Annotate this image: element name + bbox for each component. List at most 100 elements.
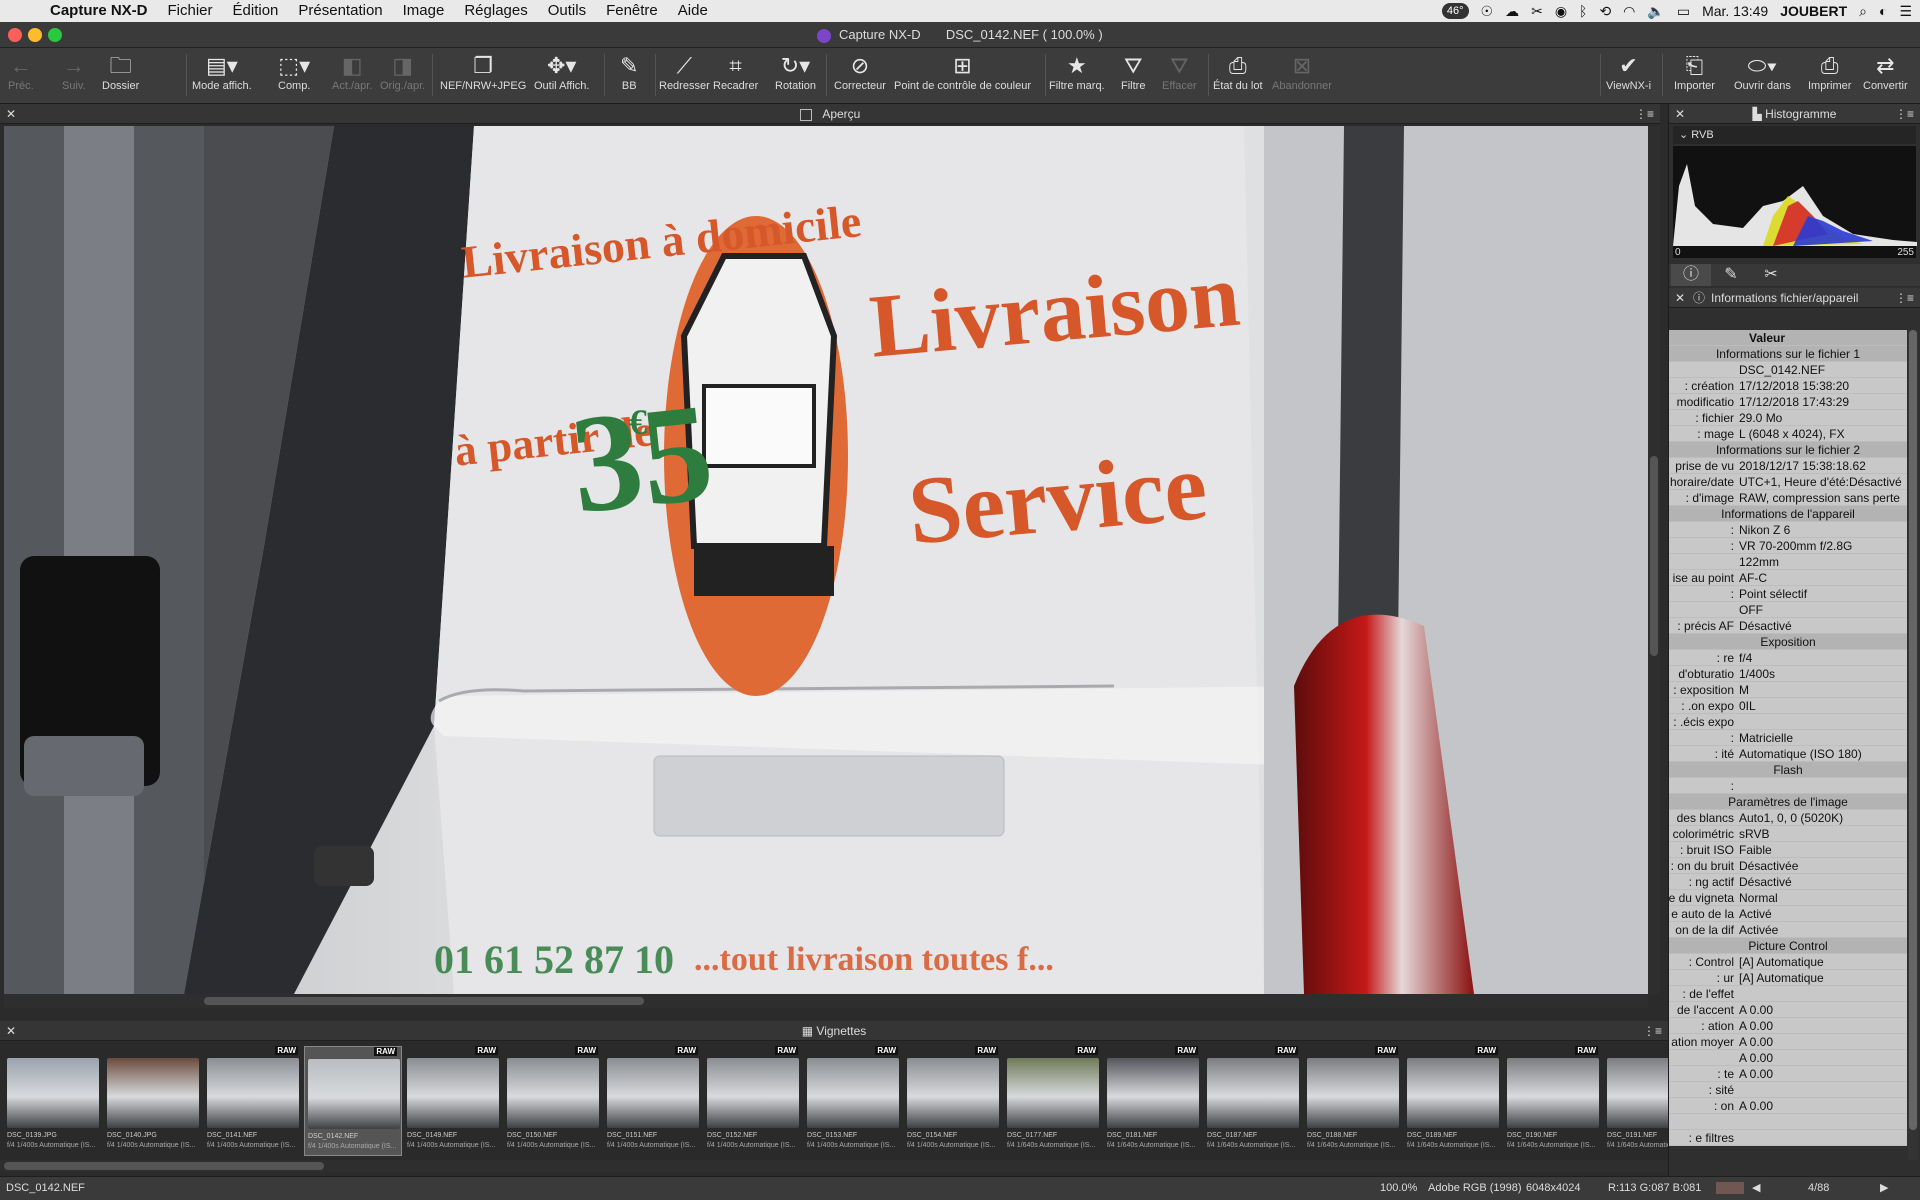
preview-checkbox[interactable] <box>799 108 812 121</box>
tools-tab-icon[interactable]: ✂ <box>1751 264 1791 286</box>
close-panel-icon[interactable]: ✕ <box>6 104 16 124</box>
channel-select[interactable]: ⌄ RVB <box>1673 126 1916 144</box>
thumbnail[interactable]: RAW DSC_0141.NEF f/4 1/400s Automatique (I… <box>204 1046 302 1156</box>
siri-icon[interactable]: ◐ <box>1879 3 1887 19</box>
control-point-icon: ⊞ <box>953 53 972 78</box>
record-icon[interactable]: ◉ <box>1555 3 1567 20</box>
battery-icon[interactable]: ▭ <box>1677 3 1690 20</box>
zoom-window-icon[interactable] <box>48 28 62 42</box>
scroll-thumb[interactable] <box>1909 330 1917 1130</box>
corrector-button[interactable]: ⊘ Correcteur <box>834 52 886 92</box>
menu-aide[interactable]: Aide <box>668 0 718 22</box>
info-scrollbar[interactable] <box>1908 330 1918 1160</box>
tools-icon[interactable]: ✂ <box>1531 3 1543 20</box>
convert-button[interactable]: ⇄ Convertir <box>1863 52 1908 92</box>
info-row: bruit ISO : Faible <box>1669 842 1907 858</box>
panel-menu-icon[interactable]: ⋮≡ <box>1635 104 1654 124</box>
thumbnail[interactable]: RAWDSC_0191.NEFf/4 1/640s Automatique (I… <box>1604 1046 1668 1156</box>
thumbnail[interactable]: RAW DSC_0177.NEF f/4 1/640s Automatique (I… <box>1004 1046 1102 1156</box>
thumbnail[interactable]: RAW DSC_0150.NEF f/4 1/400s Automatique (I… <box>504 1046 602 1156</box>
preview-vertical-scrollbar[interactable] <box>1648 126 1660 994</box>
thumbnail[interactable]: DSC_0140.JPG f/4 1/400s Automatique (IS..… <box>104 1046 202 1156</box>
close-window-icon[interactable] <box>8 28 22 42</box>
abandon-button[interactable]: ⊠ Abandonner <box>1272 52 1332 92</box>
thumbnail[interactable]: RAW DSC_0142.NEF f/4 1/400s Automatique (I… <box>304 1046 402 1156</box>
thumbnail[interactable]: RAW DSC_0153.NEF f/4 1/400s Automatique (I… <box>804 1046 902 1156</box>
close-panel-icon[interactable]: ✕ <box>1675 104 1685 124</box>
spotlight-icon[interactable]: ⌕ <box>1859 3 1867 20</box>
next-image-icon[interactable]: ▶ <box>1880 1177 1888 1199</box>
clear-filter-button[interactable]: ⛛ Effacer <box>1162 52 1197 92</box>
crop-button[interactable]: ⌗ Recadrer <box>713 52 758 92</box>
panel-menu-icon[interactable]: ⋮≡ <box>1895 104 1914 124</box>
volume-icon[interactable]: 🔈 <box>1647 3 1664 20</box>
clock[interactable]: Mar. 13:49 <box>1702 3 1768 19</box>
thumbnail[interactable]: DSC_0139.JPG f/4 1/400s Automatique (IS..… <box>4 1046 102 1156</box>
folder-button[interactable]: 🗀 Dossier <box>102 52 139 92</box>
menu-fichier[interactable]: Fichier <box>158 0 223 22</box>
scroll-thumb[interactable] <box>204 997 644 1005</box>
next-button[interactable]: → Suiv. <box>62 52 86 92</box>
thumbnail[interactable]: RAW DSC_0187.NEF f/4 1/640s Automatique (I… <box>1204 1046 1302 1156</box>
rotate-button[interactable]: ↻▾ Rotation <box>775 52 816 92</box>
wifi-icon[interactable]: ◠ <box>1623 3 1635 20</box>
view-mode-button[interactable]: ▤▾ Mode affich. <box>192 52 252 92</box>
viewnxi-button[interactable]: ✔ ViewNX-i <box>1606 52 1651 92</box>
thumbnail[interactable]: RAW DSC_0190.NEF f/4 1/640s Automatique (I… <box>1504 1046 1602 1156</box>
thumbnail[interactable]: RAW DSC_0188.NEF f/4 1/640s Automatique (I… <box>1304 1046 1402 1156</box>
label-filter-button[interactable]: ★ Filtre marq. <box>1049 52 1105 92</box>
batch-status-button[interactable]: ⎙ État du lot <box>1213 52 1263 92</box>
menu-edition[interactable]: Édition <box>223 0 289 22</box>
panel-menu-icon[interactable]: ⋮≡ <box>1895 288 1914 308</box>
preview-horizontal-scrollbar[interactable] <box>4 994 1648 1008</box>
menu-presentation[interactable]: Présentation <box>288 0 392 22</box>
filter-button[interactable]: ⛛ Filtre <box>1121 52 1145 92</box>
scroll-thumb[interactable] <box>4 1162 324 1170</box>
time-machine-icon[interactable]: ⟲ <box>1599 3 1611 20</box>
user-name[interactable]: JOUBERT <box>1780 3 1847 19</box>
minimize-window-icon[interactable] <box>28 28 42 42</box>
panel-menu-icon[interactable]: ⋮≡ <box>1643 1021 1662 1041</box>
cloud-icon[interactable]: ☁ <box>1505 3 1519 20</box>
nef-jpeg-button[interactable]: ❐ NEF/NRW+JPEG <box>440 52 526 92</box>
menu-app[interactable]: Capture NX-D <box>40 0 158 22</box>
thumbnail[interactable]: RAW DSC_0152.NEF f/4 1/400s Automatique (I… <box>704 1046 802 1156</box>
thumbnail-filename: DSC_0139.JPG <box>7 1132 57 1139</box>
edit-tab-icon[interactable]: ✎ <box>1711 264 1751 286</box>
notification-icon[interactable]: ☰ <box>1899 3 1912 20</box>
white-balance-button[interactable]: ✎ BB <box>620 52 638 92</box>
before-after-button[interactable]: ◧ Act./apr. <box>332 52 372 92</box>
thumbnail[interactable]: RAW DSC_0189.NEF f/4 1/640s Automatique (I… <box>1404 1046 1502 1156</box>
color-control-point-button[interactable]: ⊞ Point de contrôle de couleur <box>894 52 1031 92</box>
straighten-button[interactable]: ⟋ Redresser <box>659 52 710 92</box>
thumbnail[interactable]: RAW DSC_0154.NEF f/4 1/400s Automatique (I… <box>904 1046 1002 1156</box>
prev-button[interactable]: ← Préc. <box>8 52 34 92</box>
view-tool-button[interactable]: ✥▾ Outil Affich. <box>534 52 589 92</box>
open-in-button[interactable]: ⬭▾ Ouvrir dans <box>1734 52 1791 92</box>
menu-image[interactable]: Image <box>393 0 455 22</box>
info-tab-icon[interactable]: ⓘ <box>1671 264 1711 286</box>
info-key: horaire/date <box>1669 475 1734 489</box>
compare-button[interactable]: ⬚▾ Comp. <box>278 52 310 92</box>
thumbnail[interactable]: RAW DSC_0149.NEF f/4 1/400s Automatique (I… <box>404 1046 502 1156</box>
close-panel-icon[interactable]: ✕ <box>6 1021 16 1041</box>
prev-image-icon[interactable]: ◀ <box>1752 1177 1760 1199</box>
thumbnail-scrollbar[interactable] <box>0 1160 1668 1172</box>
info-row: te : A 0.00 <box>1669 1066 1907 1082</box>
print-button[interactable]: ⎙ Imprimer <box>1808 52 1851 92</box>
scroll-thumb[interactable] <box>1650 456 1658 656</box>
close-panel-icon[interactable]: ✕ <box>1675 288 1685 308</box>
funnel-icon: ⛛ <box>1123 53 1143 78</box>
info-key: ation moyer <box>1671 1035 1734 1049</box>
import-button[interactable]: ⎗ Importer <box>1674 52 1715 92</box>
thumbnail[interactable]: RAW DSC_0181.NEF f/4 1/640s Automatique (I… <box>1104 1046 1202 1156</box>
menu-fenetre[interactable]: Fenêtre <box>596 0 668 22</box>
airdrop-icon[interactable]: ☉ <box>1481 3 1494 20</box>
thumbnail[interactable]: RAW DSC_0151.NEF f/4 1/400s Automatique (I… <box>604 1046 702 1156</box>
orig-after-button[interactable]: ◨ Orig./apr. <box>380 52 425 92</box>
bluetooth-icon[interactable]: ᛒ <box>1579 3 1587 19</box>
menu-reglages[interactable]: Réglages <box>454 0 537 22</box>
menu-outils[interactable]: Outils <box>538 0 596 22</box>
temperature-badge[interactable]: 46° <box>1441 3 1469 19</box>
image-preview[interactable]: Livraison à domicile à partir de 35 € Li… <box>4 126 1648 994</box>
